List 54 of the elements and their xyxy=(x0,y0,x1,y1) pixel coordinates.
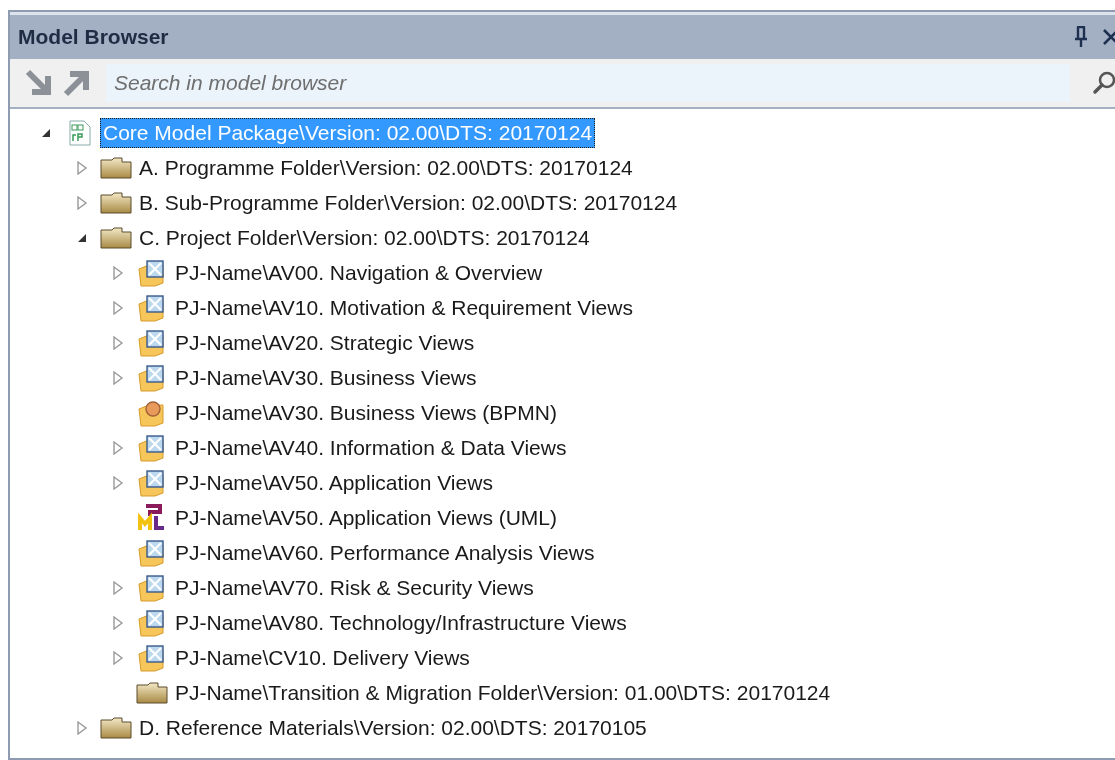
expand-arrow-icon[interactable] xyxy=(76,195,88,210)
arrow-up-right-icon[interactable] xyxy=(62,68,92,98)
tree-item[interactable]: PJ-Name\AV00. Navigation & Overview xyxy=(172,257,546,288)
uml-logo-icon xyxy=(138,503,166,532)
expand-arrow-icon[interactable] xyxy=(112,335,124,350)
view-package-icon xyxy=(137,538,167,567)
view-package-icon xyxy=(137,573,167,602)
folder-icon xyxy=(100,716,132,739)
tree-item[interactable]: PJ-Name\CV10. Delivery Views xyxy=(172,642,473,673)
folder-icon xyxy=(100,191,132,214)
view-package-icon xyxy=(137,608,167,637)
expand-arrow-icon[interactable] xyxy=(76,160,88,175)
bpmn-package-icon xyxy=(137,398,167,427)
tree-item[interactable]: PJ-Name\AV50. Application Views (UML) xyxy=(172,502,561,533)
tree-item[interactable]: PJ-Name\AV70. Risk & Security Views xyxy=(172,572,537,603)
tree-item[interactable]: D. Reference Materials\Version: 02.00\DTS: 20170105 xyxy=(136,712,650,743)
expand-arrow-icon[interactable] xyxy=(112,300,124,315)
pin-icon[interactable] xyxy=(1074,26,1088,48)
expand-arrow-icon[interactable] xyxy=(112,440,124,455)
view-package-icon xyxy=(137,258,167,287)
view-package-icon xyxy=(137,363,167,392)
folder-icon xyxy=(100,156,132,179)
view-package-icon xyxy=(137,643,167,672)
tree-item[interactable]: PJ-Name\AV60. Performance Analysis Views xyxy=(172,537,598,568)
package-file-icon xyxy=(69,119,91,146)
view-package-icon xyxy=(137,293,167,322)
close-icon[interactable] xyxy=(1102,28,1115,46)
tree-item[interactable]: C. Project Folder\Version: 02.00\DTS: 20170124 xyxy=(136,222,593,253)
tree-item[interactable]: PJ-Name\AV80. Technology/Infrastructure Views xyxy=(172,607,630,638)
tree-item[interactable]: PJ-Name\AV10. Motivation & Requirement Views xyxy=(172,292,636,323)
view-package-icon xyxy=(137,328,167,357)
tree-item[interactable]: A. Programme Folder\Version: 02.00\DTS: 20170124 xyxy=(136,152,636,183)
tree-item[interactable]: PJ-Name\Transition & Migration Folder\Version: 01.00\DTS: 20170124 xyxy=(172,677,834,708)
tree-item[interactable]: PJ-Name\AV30. Business Views xyxy=(172,362,480,393)
folder-icon xyxy=(100,226,132,249)
tree-item[interactable]: B. Sub-Programme Folder\Version: 02.00\DTS: 20170124 xyxy=(136,187,681,218)
view-package-icon xyxy=(137,433,167,462)
expand-arrow-icon[interactable] xyxy=(112,650,124,665)
view-package-icon xyxy=(137,468,167,497)
expand-arrow-icon[interactable] xyxy=(112,475,124,490)
panel-title: Model Browser xyxy=(18,25,170,49)
expand-arrow-icon[interactable] xyxy=(112,265,124,280)
expand-arrow-icon[interactable] xyxy=(112,615,124,630)
tree-item[interactable]: PJ-Name\AV50. Application Views xyxy=(172,467,496,498)
search-icon[interactable] xyxy=(1092,70,1115,96)
expand-arrow-icon[interactable] xyxy=(112,370,124,385)
expand-arrow-icon[interactable] xyxy=(112,580,124,595)
expand-arrow-icon[interactable] xyxy=(76,720,88,735)
tree-item[interactable]: PJ-Name\AV20. Strategic Views xyxy=(172,327,478,358)
folder-icon xyxy=(136,681,168,704)
tree-item[interactable]: PJ-Name\AV40. Information & Data Views xyxy=(172,432,570,463)
arrow-down-right-icon[interactable] xyxy=(24,68,54,98)
search-field[interactable]: Search in model browser xyxy=(106,64,1070,102)
tree-item[interactable]: PJ-Name\AV30. Business Views (BPMN) xyxy=(172,397,560,428)
